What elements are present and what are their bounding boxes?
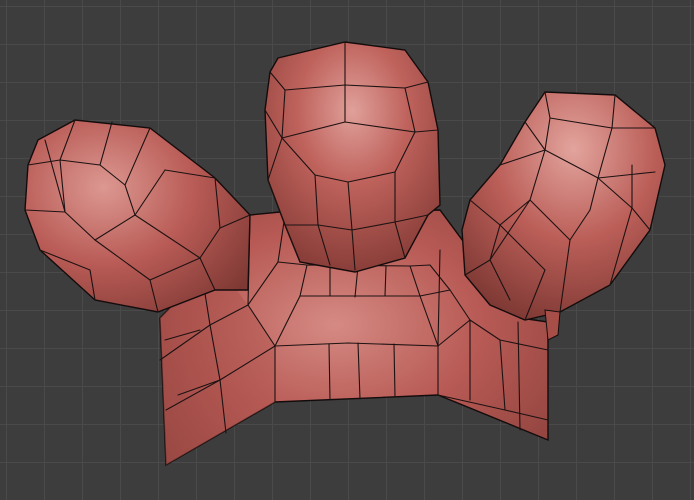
3d-viewport[interactable] [0,0,694,500]
mesh-object[interactable] [0,0,694,500]
head-mesh[interactable] [264,41,441,273]
right-shoulder-detail [544,309,561,341]
left-arm-mesh[interactable] [24,119,251,313]
right-arm-mesh[interactable] [461,91,666,321]
